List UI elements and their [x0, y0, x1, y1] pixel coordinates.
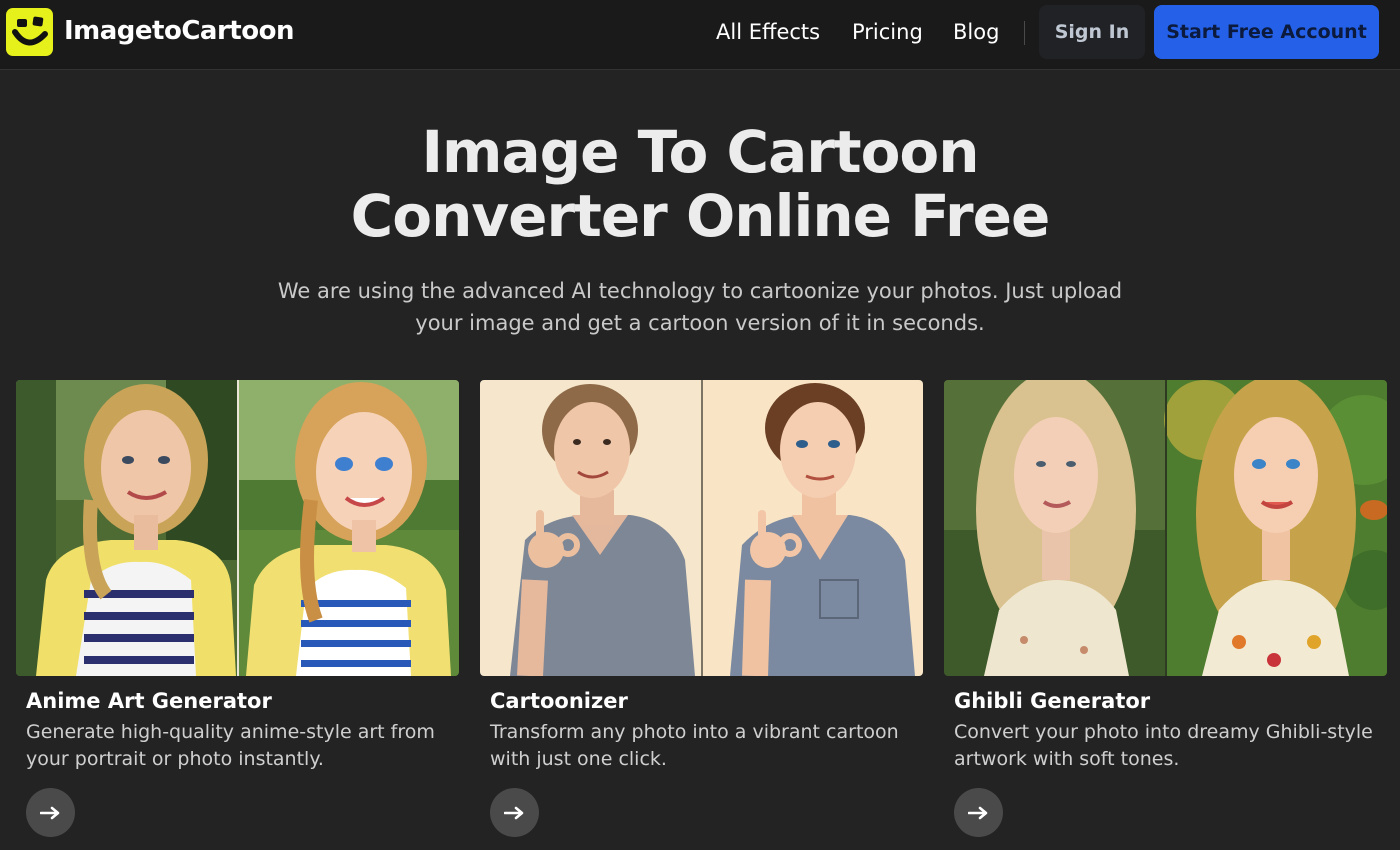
- nav-blog[interactable]: Blog: [953, 20, 999, 44]
- hero-subtitle-line-2: your image and get a cartoon version of …: [415, 311, 985, 335]
- card-description: Transform any photo into a vibrant carto…: [490, 721, 899, 770]
- start-free-account-button[interactable]: Start Free Account: [1154, 5, 1379, 59]
- card-description: Convert your photo into dreamy Ghibli-st…: [954, 721, 1373, 770]
- arrow-right-icon[interactable]: [954, 788, 1003, 837]
- card-title[interactable]: Ghibli Generator: [954, 689, 1150, 713]
- arrow-right-icon[interactable]: [490, 788, 539, 837]
- cartoonizer-before-after-image[interactable]: [480, 380, 923, 676]
- arrow-right-icon[interactable]: [26, 788, 75, 837]
- hero-subtitle: We are using the advanced AI technology …: [270, 275, 1130, 339]
- hero-title-line-1: Image To Cartoon: [421, 118, 979, 186]
- nav-divider: [1024, 21, 1025, 45]
- sign-in-button[interactable]: Sign In: [1039, 5, 1145, 59]
- smiley-logo-icon[interactable]: [6, 8, 53, 56]
- card-anime-art-generator[interactable]: Anime Art Generator Generate high-qualit…: [16, 380, 459, 850]
- anime-before-after-image[interactable]: [16, 380, 459, 676]
- hero-subtitle-line-1: We are using the advanced AI technology …: [277, 279, 1123, 303]
- top-navbar: ImagetoCartoon All Effects Pricing Blog …: [0, 0, 1400, 70]
- nav-pricing[interactable]: Pricing: [852, 20, 923, 44]
- hero-title: Image To Cartoon Converter Online Free: [0, 120, 1400, 248]
- nav-all-effects[interactable]: All Effects: [716, 20, 820, 44]
- card-description: Generate high-quality anime-style art fr…: [26, 721, 435, 770]
- card-cartoonizer[interactable]: Cartoonizer Transform any photo into a v…: [480, 380, 923, 850]
- card-ghibli-generator[interactable]: Ghibli Generator Convert your photo into…: [944, 380, 1387, 850]
- card-title[interactable]: Cartoonizer: [490, 689, 628, 713]
- ghibli-before-after-image[interactable]: [944, 380, 1387, 676]
- hero-title-line-2: Converter Online Free: [350, 182, 1051, 250]
- card-title[interactable]: Anime Art Generator: [26, 689, 272, 713]
- brand-name[interactable]: ImagetoCartoon: [64, 16, 294, 46]
